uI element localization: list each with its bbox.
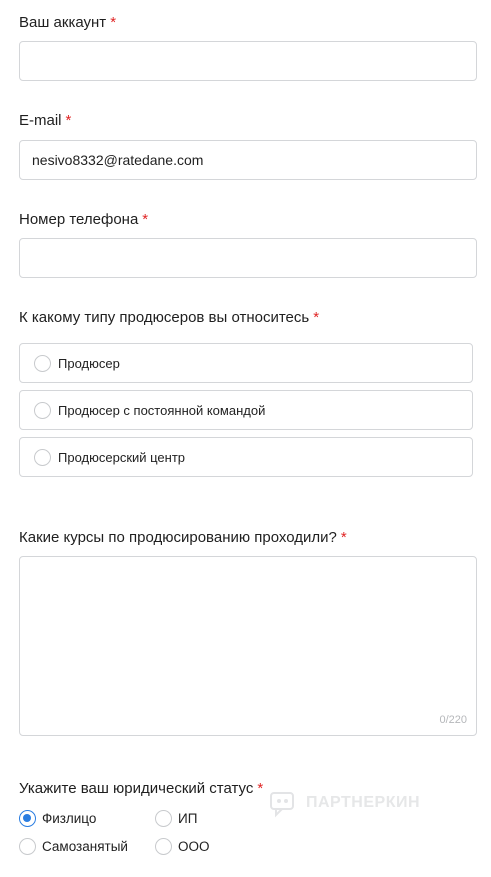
- legal-status-option-llc[interactable]: ООО: [155, 838, 210, 855]
- required-marker: *: [340, 529, 347, 546]
- producer-type-option-team[interactable]: Продюсер с постоянной командой: [19, 390, 473, 430]
- required-marker: *: [313, 309, 320, 326]
- legal-status-label: Укажите ваш юридический статус *: [19, 780, 263, 798]
- radio-icon[interactable]: [155, 810, 172, 827]
- account-input[interactable]: [19, 41, 477, 81]
- radio-icon[interactable]: [34, 401, 51, 419]
- option-label: Физлицо: [42, 811, 97, 826]
- email-label: E-mail *: [19, 112, 71, 130]
- watermark-text: ПАРТНЕРКИН: [306, 794, 421, 811]
- legal-status-option-ip[interactable]: ИП: [155, 810, 197, 827]
- account-label-text: Ваш аккаунт: [19, 14, 107, 31]
- account-label: Ваш аккаунт *: [19, 14, 116, 32]
- option-label: Продюсер: [58, 355, 120, 371]
- radio-icon[interactable]: [155, 838, 172, 855]
- producer-type-option-center[interactable]: Продюсерский центр: [19, 437, 473, 477]
- radio-icon[interactable]: [34, 448, 51, 466]
- required-marker: *: [142, 211, 149, 228]
- courses-textarea[interactable]: 0/220: [19, 556, 477, 736]
- email-input[interactable]: [19, 140, 477, 180]
- char-counter: 0/220: [439, 714, 467, 726]
- legal-status-option-self-employed[interactable]: Самозанятый: [19, 838, 128, 855]
- option-label: Продюсер с постоянной командой: [58, 402, 266, 418]
- phone-label-text: Номер телефона: [19, 211, 139, 228]
- option-label: Продюсерский центр: [58, 449, 186, 465]
- producer-type-option-producer[interactable]: Продюсер: [19, 343, 473, 383]
- courses-label: Какие курсы по продюсированию проходили?…: [19, 529, 347, 547]
- required-marker: *: [257, 780, 264, 797]
- required-marker: *: [65, 112, 72, 129]
- partnerkin-logo-icon: [270, 792, 294, 818]
- email-label-text: E-mail: [19, 112, 62, 129]
- radio-checked-icon[interactable]: [19, 810, 36, 827]
- required-marker: *: [110, 14, 117, 31]
- option-label: ООО: [178, 839, 210, 854]
- partnerkin-watermark: ПАРТНЕРКИН: [268, 788, 420, 818]
- phone-input[interactable]: [19, 238, 477, 278]
- producer-type-label: К какому типу продюсеров вы относитесь *: [19, 309, 319, 327]
- legal-status-label-text: Укажите ваш юридический статус: [19, 780, 254, 797]
- radio-icon[interactable]: [34, 354, 51, 372]
- option-label: ИП: [178, 811, 198, 826]
- courses-label-text: Какие курсы по продюсированию проходили?: [19, 529, 337, 546]
- phone-label: Номер телефона *: [19, 211, 148, 229]
- legal-status-option-individual[interactable]: Физлицо: [19, 810, 96, 827]
- producer-type-label-text: К какому типу продюсеров вы относитесь: [19, 309, 310, 326]
- radio-icon[interactable]: [19, 838, 36, 855]
- option-label: Самозанятый: [42, 839, 128, 854]
